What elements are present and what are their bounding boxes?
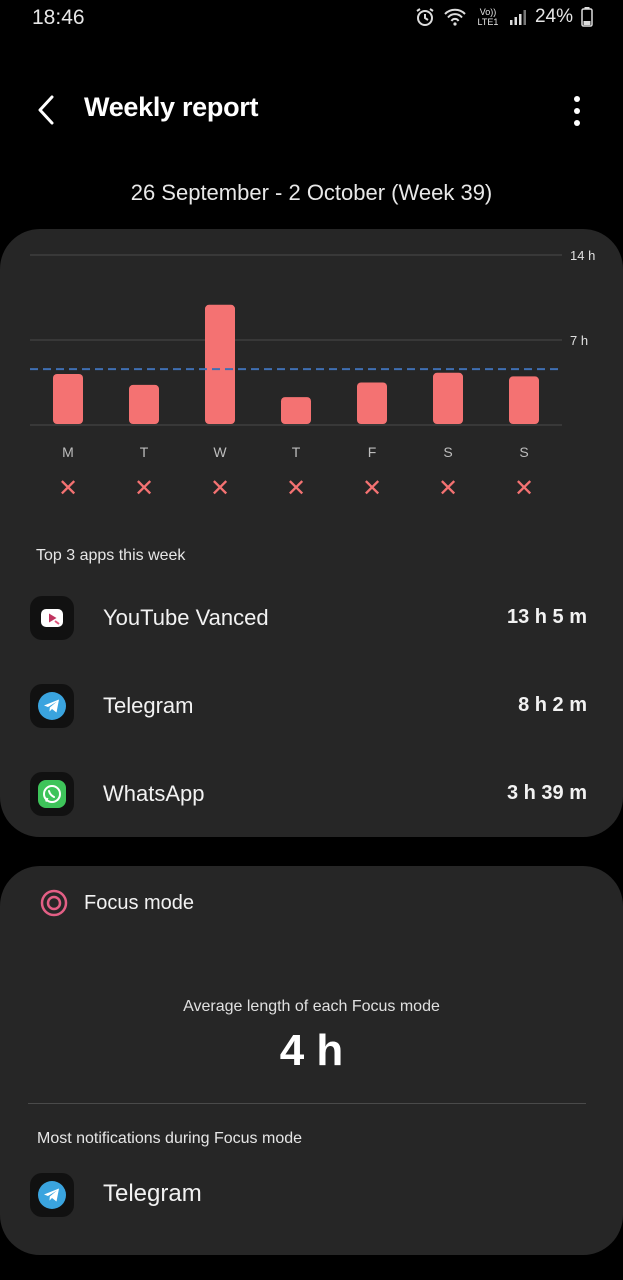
more-vertical-icon [574, 96, 580, 126]
app-row-youtube-vanced[interactable]: YouTube Vanced 13 h 5 m [30, 593, 590, 643]
app-name: Telegram [103, 1180, 202, 1207]
usage-bar [281, 397, 311, 424]
usage-bar [129, 384, 159, 424]
focus-target-icon [40, 889, 68, 917]
signal-icon [509, 8, 527, 26]
x-tick-label: T [140, 444, 149, 460]
usage-bar [357, 382, 387, 424]
divider [28, 1103, 586, 1104]
battery-text: 24% [534, 6, 573, 27]
x-tick-label: S [443, 444, 452, 460]
x-tick-label: F [368, 444, 377, 460]
app-row-telegram[interactable]: Telegram 8 h 2 m [30, 681, 590, 731]
focus-mode-title: Focus mode [84, 891, 195, 914]
app-name: WhatsApp [103, 781, 205, 806]
status-icons: Vo)) LTE1 24% [415, 6, 593, 28]
whatsapp-icon [30, 772, 74, 816]
goal-not-met-icon: ✕ [514, 474, 534, 502]
goal-not-met-icon: ✕ [362, 474, 382, 502]
chevron-left-icon [38, 95, 54, 125]
focus-mode-header: Focus mode [40, 888, 194, 918]
app-name: YouTube Vanced [103, 605, 269, 630]
telegram-icon [30, 684, 74, 728]
most-notifications-label: Most notifications during Focus mode [37, 1130, 303, 1147]
telegram-icon [30, 1173, 74, 1217]
wifi-icon [443, 7, 467, 27]
alarm-icon [415, 7, 435, 27]
usage-bar [509, 376, 539, 424]
usage-card: 14 h 7 h M ✕ T ✕ W ✕ T ✕ F ✕ S ✕ S ✕ Top 3 apps this we… [0, 229, 623, 837]
app-row-whatsapp[interactable]: WhatsApp 3 h 39 m [30, 769, 590, 819]
goal-not-met-icon: ✕ [58, 474, 78, 502]
weekly-usage-chart: 14 h 7 h M ✕ T ✕ W ✕ T ✕ F ✕ S ✕ S ✕ [30, 248, 595, 502]
top-apps-label: Top 3 apps this week [36, 547, 186, 564]
x-tick-label: W [213, 444, 227, 460]
more-options-button[interactable] [567, 94, 587, 128]
app-name: Telegram [103, 693, 194, 718]
usage-bar [433, 372, 463, 424]
average-focus-label: Average length of each Focus mode [183, 998, 440, 1015]
y-tick-label: 7 h [570, 333, 588, 348]
app-usage-time: 13 h 5 m [506, 606, 587, 628]
youtube-vanced-icon [30, 596, 74, 640]
x-tick-label: S [519, 444, 528, 460]
goal-not-met-icon: ✕ [134, 474, 154, 502]
y-tick-label: 14 h [570, 248, 595, 263]
app-usage-time: 8 h 2 m [518, 694, 587, 716]
page-title: Weekly report [84, 92, 259, 122]
app-bar: Weekly report [0, 80, 623, 140]
goal-not-met-icon: ✕ [286, 474, 306, 502]
focus-mode-card[interactable]: Focus mode Average length of each Focus … [0, 866, 623, 1255]
battery-icon [581, 7, 593, 27]
network-type: Vo)) LTE1 [477, 7, 499, 27]
week-range[interactable]: 26 September - 2 October (Week 39) [0, 180, 623, 206]
status-bar: 18:46 Vo)) LTE1 24% [0, 0, 623, 36]
app-usage-time: 3 h 39 m [506, 782, 587, 804]
average-focus-value: 4 h [279, 1026, 344, 1075]
status-time: 18:46 [32, 6, 85, 29]
back-button[interactable] [30, 92, 66, 128]
x-tick-label: M [62, 444, 74, 460]
goal-not-met-icon: ✕ [210, 474, 230, 502]
usage-bar [53, 374, 83, 424]
goal-not-met-icon: ✕ [438, 474, 458, 502]
x-tick-label: T [292, 444, 301, 460]
focus-top-app-row[interactable]: Telegram [30, 1170, 590, 1220]
usage-bar [205, 304, 235, 424]
